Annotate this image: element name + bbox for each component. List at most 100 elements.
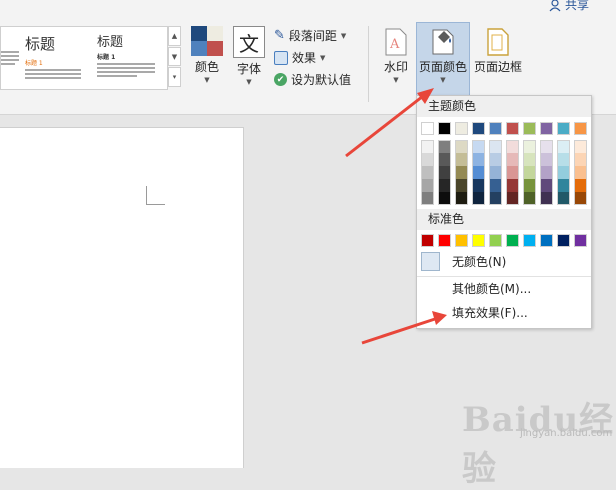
theme-shade-swatch[interactable]: [438, 140, 451, 153]
style-gallery[interactable]: 标题 标题 1 标题 标题 1: [0, 26, 168, 90]
theme-shade-swatch[interactable]: [506, 153, 519, 166]
theme-color-swatch[interactable]: [506, 122, 519, 135]
theme-shade-swatch[interactable]: [523, 153, 536, 166]
theme-shade-swatch[interactable]: [455, 179, 468, 192]
theme-shade-swatch[interactable]: [421, 179, 434, 192]
theme-shade-swatch[interactable]: [506, 179, 519, 192]
theme-shade-swatch[interactable]: [472, 166, 485, 179]
theme-shade-swatch[interactable]: [489, 153, 502, 166]
standard-color-swatch[interactable]: [540, 234, 553, 247]
theme-shade-swatch[interactable]: [540, 166, 553, 179]
theme-shade-swatch[interactable]: [540, 140, 553, 153]
gallery-scroll[interactable]: ▲ ▼ ▾: [168, 26, 181, 88]
theme-shade-swatch[interactable]: [574, 179, 587, 192]
standard-color-swatch[interactable]: [472, 234, 485, 247]
paragraph-spacing-icon: ✎: [274, 28, 285, 43]
gallery-up-icon[interactable]: ▲: [168, 26, 181, 46]
theme-shade-swatch[interactable]: [438, 192, 451, 205]
theme-shade-swatch[interactable]: [455, 153, 468, 166]
theme-shade-swatch[interactable]: [523, 192, 536, 205]
watermark-label: 水印: [383, 60, 408, 74]
gallery-down-icon[interactable]: ▼: [168, 46, 181, 67]
theme-shade-swatch[interactable]: [438, 179, 451, 192]
theme-shade-swatch[interactable]: [472, 153, 485, 166]
effects-icon: [274, 50, 288, 65]
theme-shade-swatch[interactable]: [489, 192, 502, 205]
page-color-button[interactable]: 页面颜色 ▼: [416, 22, 470, 96]
theme-shade-swatch[interactable]: [523, 179, 536, 192]
no-color-swatch-icon: [421, 252, 440, 271]
chevron-down-icon: ▼: [440, 76, 446, 84]
theme-shade-swatch[interactable]: [421, 192, 434, 205]
gallery-more-icon[interactable]: ▾: [168, 67, 181, 88]
theme-shade-swatch[interactable]: [574, 166, 587, 179]
theme-shade-swatch[interactable]: [472, 140, 485, 153]
theme-shade-swatch[interactable]: [574, 140, 587, 153]
theme-color-swatch[interactable]: [455, 122, 468, 135]
standard-color-swatch[interactable]: [455, 234, 468, 247]
theme-shade-swatch[interactable]: [557, 153, 570, 166]
set-default-button[interactable]: ✔ 设为默认值: [274, 71, 351, 88]
theme-color-swatch[interactable]: [472, 122, 485, 135]
more-colors-item[interactable]: 其他颜色(M)...: [417, 278, 591, 299]
theme-shade-swatch[interactable]: [489, 179, 502, 192]
theme-shade-swatch[interactable]: [489, 140, 502, 153]
theme-shade-swatch[interactable]: [455, 140, 468, 153]
theme-shade-swatch[interactable]: [540, 179, 553, 192]
theme-color-swatch[interactable]: [540, 122, 553, 135]
theme-shade-swatch[interactable]: [421, 153, 434, 166]
menu-divider: [417, 276, 591, 277]
effects-button[interactable]: 效果 ▼: [274, 49, 325, 66]
theme-colors-header: 主题颜色: [417, 96, 591, 117]
share-button[interactable]: 共享: [548, 0, 589, 13]
theme-shade-swatch[interactable]: [557, 179, 570, 192]
standard-color-swatch[interactable]: [421, 234, 434, 247]
standard-color-swatch[interactable]: [438, 234, 451, 247]
theme-shade-swatch[interactable]: [472, 192, 485, 205]
colors-button[interactable]: 颜色 ▼: [190, 26, 224, 84]
watermark-button[interactable]: A 水印 ▼: [380, 28, 412, 84]
effects-label: 效果: [292, 51, 317, 65]
theme-shade-swatch[interactable]: [574, 153, 587, 166]
theme-shade-swatch[interactable]: [540, 153, 553, 166]
theme-color-swatch[interactable]: [557, 122, 570, 135]
standard-color-swatch[interactable]: [489, 234, 502, 247]
theme-color-swatch[interactable]: [574, 122, 587, 135]
theme-shade-swatch[interactable]: [489, 166, 502, 179]
theme-color-swatch[interactable]: [523, 122, 536, 135]
theme-shade-swatch[interactable]: [421, 140, 434, 153]
style-item-heading-orange[interactable]: 标题 标题 1: [25, 27, 85, 89]
theme-shade-swatch[interactable]: [438, 153, 451, 166]
style-subtitle: 标题 1: [25, 60, 43, 67]
theme-shade-swatch[interactable]: [506, 192, 519, 205]
paragraph-spacing-button[interactable]: ✎ 段落间距 ▼: [274, 27, 346, 44]
theme-shade-swatch[interactable]: [506, 140, 519, 153]
theme-shade-swatch[interactable]: [455, 192, 468, 205]
style-item-heading-plain[interactable]: 标题 标题 1: [97, 27, 159, 89]
theme-shade-swatch[interactable]: [557, 140, 570, 153]
theme-color-swatch[interactable]: [438, 122, 451, 135]
fonts-button[interactable]: 文 字体 ▼: [232, 26, 266, 86]
standard-color-swatch[interactable]: [506, 234, 519, 247]
theme-shade-swatch[interactable]: [523, 140, 536, 153]
theme-shade-swatch[interactable]: [557, 192, 570, 205]
fill-effects-item[interactable]: 填充效果(F)...: [417, 302, 591, 323]
theme-shade-swatch[interactable]: [574, 192, 587, 205]
theme-shade-swatch[interactable]: [540, 192, 553, 205]
theme-shade-swatch[interactable]: [472, 179, 485, 192]
document-page[interactable]: [0, 127, 244, 468]
standard-color-swatch[interactable]: [523, 234, 536, 247]
theme-shade-swatch[interactable]: [523, 166, 536, 179]
theme-color-swatch[interactable]: [421, 122, 434, 135]
theme-shade-swatch[interactable]: [421, 166, 434, 179]
standard-color-swatch[interactable]: [557, 234, 570, 247]
theme-shade-swatch[interactable]: [557, 166, 570, 179]
standard-color-swatch[interactable]: [574, 234, 587, 247]
no-color-item[interactable]: 无颜色(N): [417, 251, 591, 272]
theme-color-swatch[interactable]: [489, 122, 502, 135]
theme-shade-swatch[interactable]: [506, 166, 519, 179]
theme-shade-swatch[interactable]: [438, 166, 451, 179]
theme-shade-swatch[interactable]: [455, 166, 468, 179]
style-item-cut[interactable]: [1, 27, 21, 89]
page-borders-button[interactable]: 页面边框: [472, 28, 524, 75]
